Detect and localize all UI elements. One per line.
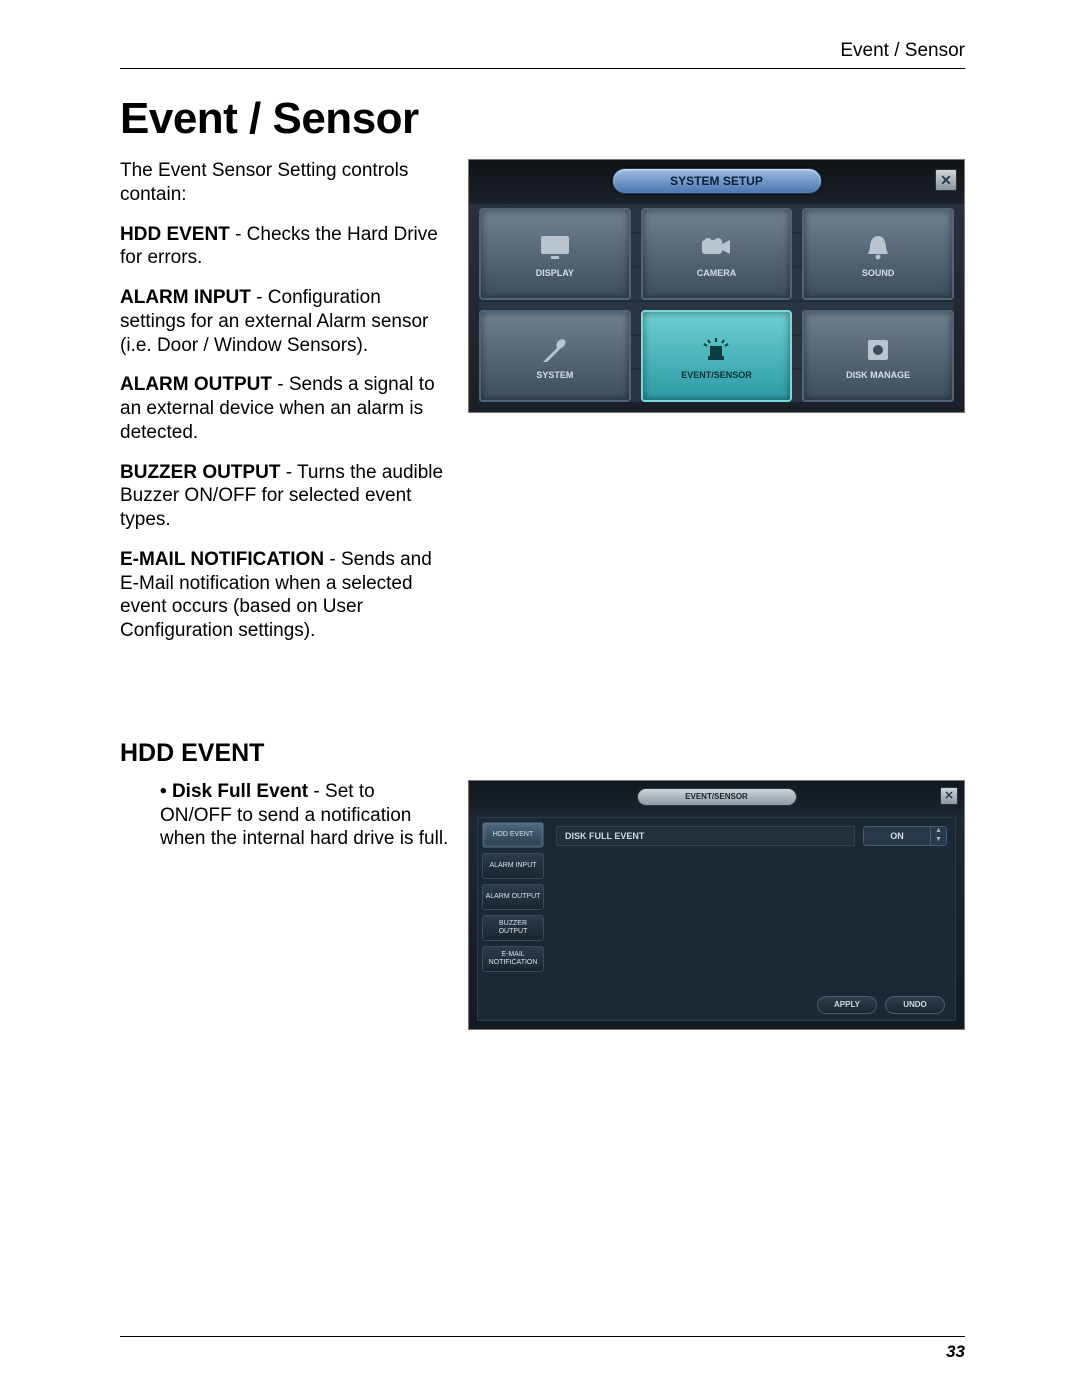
ss2-title-pill: EVENT/SENSOR — [637, 788, 797, 806]
tile-system-label: SYSTEM — [536, 370, 573, 380]
bullet-disk-full: Disk Full Event - Set to ON/OFF to send … — [120, 780, 450, 851]
divider-bottom — [120, 1336, 965, 1337]
divider-top — [120, 68, 965, 69]
header-section-label: Event / Sensor — [120, 40, 965, 62]
monitor-icon — [535, 230, 575, 264]
text-column-2: Disk Full Event - Set to ON/OFF to send … — [120, 780, 450, 1030]
term-alarm-out: ALARM OUTPUT — [120, 374, 272, 395]
close-icon[interactable]: ✕ — [940, 787, 958, 805]
apply-button[interactable]: APPLY — [817, 996, 877, 1014]
text-column: The Event Sensor Setting controls contai… — [120, 159, 450, 659]
tab-buzzer-output[interactable]: BUZZER OUTPUT — [482, 915, 544, 941]
disk-full-label: DISK FULL EVENT — [556, 826, 855, 846]
term-alarm-in: ALARM INPUT — [120, 287, 251, 308]
tile-sound[interactable]: SOUND — [802, 208, 954, 300]
item-email-notification: E-MAIL NOTIFICATION - Sends and E-Mail n… — [120, 548, 450, 643]
item-alarm-input: ALARM INPUT - Configuration settings for… — [120, 286, 450, 357]
wrench-icon — [535, 332, 575, 366]
ss2-row-disk-full: DISK FULL EVENT ON ▲▼ — [556, 824, 947, 848]
ss2-footer: APPLY UNDO — [817, 996, 945, 1014]
tile-disk-manage-label: DISK MANAGE — [846, 370, 910, 380]
ss2-main: DISK FULL EVENT ON ▲▼ APPLY UNDO — [548, 818, 955, 1020]
close-icon[interactable]: ✕ — [935, 169, 957, 191]
term-email: E-MAIL NOTIFICATION — [120, 549, 324, 570]
tab-alarm-output[interactable]: ALARM OUTPUT — [482, 884, 544, 910]
item-alarm-output: ALARM OUTPUT - Sends a signal to an exte… — [120, 373, 450, 444]
siren-icon — [696, 332, 736, 366]
tile-event-sensor-label: EVENT/SENSOR — [681, 370, 752, 380]
content-row-2: Disk Full Event - Set to ON/OFF to send … — [120, 780, 965, 1030]
screenshot-hdd-event: EVENT/SENSOR ✕ HDD EVENT ALARM INPUT ALA… — [468, 780, 965, 1030]
tile-disk-manage[interactable]: DISK MANAGE — [802, 310, 954, 402]
ss2-sidebar: HDD EVENT ALARM INPUT ALARM OUTPUT BUZZE… — [478, 818, 548, 1020]
hdd-event-heading: HDD EVENT — [120, 739, 965, 768]
disk-full-dropdown[interactable]: ON ▲▼ — [863, 826, 947, 846]
ss1-title-pill: SYSTEM SETUP — [612, 168, 822, 194]
tile-sound-label: SOUND — [862, 268, 895, 278]
bullet-term: Disk Full Event — [160, 781, 308, 802]
tile-system[interactable]: SYSTEM — [479, 310, 631, 402]
ss1-grid: DISPLAY CAMERA SOUND SYSTEM EVENT/SENSOR — [479, 208, 954, 402]
tab-hdd-event[interactable]: HDD EVENT — [482, 822, 544, 848]
disk-full-value: ON — [864, 831, 930, 841]
tab-email-notification[interactable]: E-MAIL NOTIFICATION — [482, 946, 544, 972]
disk-icon — [858, 332, 898, 366]
undo-button[interactable]: UNDO — [885, 996, 945, 1014]
tile-camera-label: CAMERA — [697, 268, 737, 278]
content-row-1: The Event Sensor Setting controls contai… — [120, 159, 965, 659]
ss1-header: SYSTEM SETUP ✕ — [469, 160, 964, 204]
screenshot-system-setup: SYSTEM SETUP ✕ DISPLAY CAMERA SOUND — [468, 159, 965, 413]
intro-text: The Event Sensor Setting controls contai… — [120, 159, 450, 207]
page-title: Event / Sensor — [120, 94, 965, 144]
ss2-header: EVENT/SENSOR ✕ — [469, 781, 964, 815]
bell-icon — [858, 230, 898, 264]
spinner-icon[interactable]: ▲▼ — [930, 827, 946, 845]
tile-camera[interactable]: CAMERA — [641, 208, 793, 300]
item-buzzer-output: BUZZER OUTPUT - Turns the audible Buzzer… — [120, 461, 450, 532]
item-hdd-event: HDD EVENT - Checks the Hard Drive for er… — [120, 223, 450, 271]
tile-display-label: DISPLAY — [536, 268, 574, 278]
page-number: 33 — [946, 1342, 965, 1362]
tab-alarm-input[interactable]: ALARM INPUT — [482, 853, 544, 879]
tile-event-sensor[interactable]: EVENT/SENSOR — [641, 310, 793, 402]
term-hdd: HDD EVENT — [120, 224, 230, 245]
ss2-body: HDD EVENT ALARM INPUT ALARM OUTPUT BUZZE… — [477, 817, 956, 1021]
term-buzzer: BUZZER OUTPUT — [120, 462, 280, 483]
tile-display[interactable]: DISPLAY — [479, 208, 631, 300]
camera-icon — [696, 230, 736, 264]
